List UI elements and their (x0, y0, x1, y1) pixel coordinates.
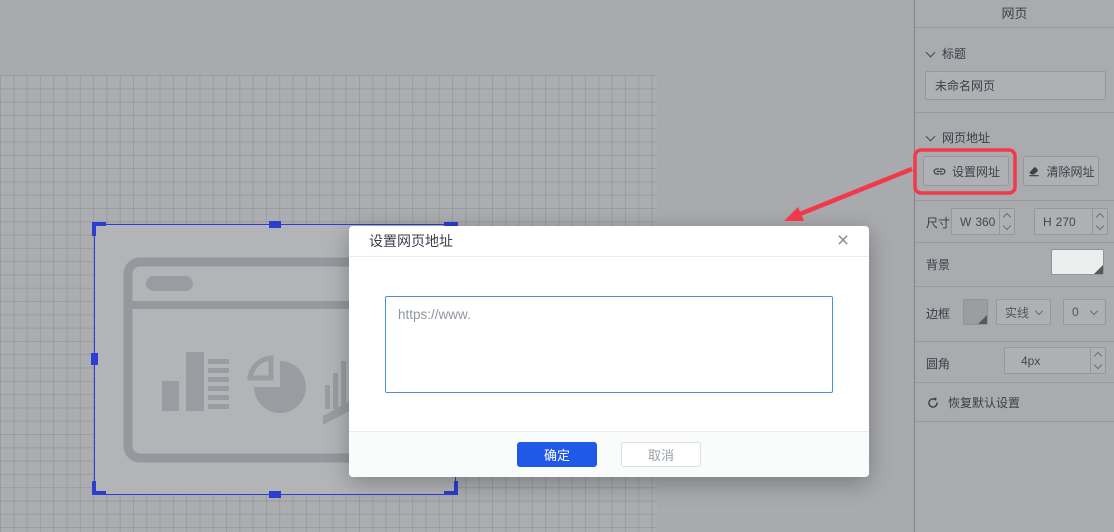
section-title-header[interactable]: 标题 (925, 45, 967, 62)
dialog-header: 设置网页地址 × (349, 226, 869, 257)
annotation-arrow-line (799, 166, 913, 217)
page-name-value: 未命名网页 (935, 79, 996, 93)
chevron-down-icon (1089, 306, 1099, 316)
eraser-icon (1029, 167, 1040, 177)
close-icon[interactable]: × (831, 228, 855, 254)
url-textarea[interactable]: https://www. (385, 296, 833, 393)
swatch-corner-icon (978, 315, 987, 324)
selection-corner-handle[interactable] (444, 481, 458, 495)
section-divider (915, 200, 1114, 201)
background-color-swatch[interactable] (1051, 249, 1104, 275)
selection-corner-handle[interactable] (92, 481, 106, 495)
dialog-title: 设置网页地址 (369, 233, 453, 249)
size-label: 尺寸 (926, 216, 951, 230)
section-divider (915, 382, 1114, 383)
cancel-button[interactable]: 取消 (621, 442, 701, 467)
stepper-down-icon[interactable] (1093, 360, 1103, 370)
stepper-up-icon[interactable] (1093, 351, 1103, 361)
radius-stepper[interactable] (1090, 348, 1105, 373)
chevron-down-icon (925, 47, 936, 57)
page-name-input[interactable]: 未命名网页 (925, 71, 1106, 100)
swatch-corner-icon (1094, 265, 1103, 274)
annotation-arrow-head (784, 207, 804, 221)
section-divider (915, 421, 1114, 422)
border-style-select[interactable]: 实线 (996, 299, 1051, 325)
confirm-button[interactable]: 确定 (517, 442, 597, 467)
width-field[interactable]: W 360 (951, 208, 1015, 235)
width-value: 360 (975, 214, 996, 229)
section-divider (915, 112, 1114, 113)
stepper-down-icon[interactable] (1095, 221, 1105, 231)
height-stepper[interactable] (1092, 209, 1107, 234)
height-value: 270 (1055, 214, 1076, 229)
height-prefix: H (1043, 214, 1052, 229)
properties-panel: 网页 标题 未命名网页 网页地址 设置网址 清除网址 尺寸 W 360 H 27… (914, 0, 1114, 532)
radius-field[interactable]: 4px (1004, 347, 1106, 374)
selection-mid-handle-left[interactable] (91, 353, 98, 365)
app-stage: 网页 标题 未命名网页 网页地址 设置网址 清除网址 尺寸 W 360 H 27… (0, 0, 1114, 532)
selection-corner-handle[interactable] (92, 222, 106, 236)
reset-defaults-button[interactable]: 恢复默认设置 (926, 394, 1020, 411)
radius-value: 4px (1021, 353, 1041, 368)
section-divider (915, 341, 1114, 342)
border-width-value: 0 (1072, 305, 1079, 319)
border-color-swatch[interactable] (963, 299, 988, 325)
background-label: 背景 (926, 258, 951, 272)
link-icon (933, 167, 946, 175)
height-field[interactable]: H 270 (1034, 208, 1108, 235)
section-url-header[interactable]: 网页地址 (925, 129, 991, 146)
set-url-label: 设置网址 (951, 164, 1000, 179)
clear-url-label: 清除网址 (1046, 164, 1095, 179)
border-label: 边框 (926, 307, 951, 321)
reset-icon (928, 396, 938, 408)
chevron-down-icon (1034, 306, 1044, 316)
selection-mid-handle-bottom[interactable] (269, 491, 281, 498)
reset-defaults-label: 恢复默认设置 (948, 396, 1021, 410)
section-divider (915, 286, 1114, 287)
selection-mid-handle-top[interactable] (269, 221, 281, 228)
stepper-up-icon[interactable] (1095, 212, 1105, 222)
chevron-down-icon (925, 131, 936, 141)
set-url-button[interactable]: 设置网址 (923, 156, 1009, 186)
dialog-footer: 确定 取消 (349, 431, 869, 477)
radius-label: 圆角 (926, 357, 951, 371)
clear-url-button[interactable]: 清除网址 (1023, 156, 1099, 186)
width-prefix: W (960, 214, 972, 229)
border-style-value: 实线 (1005, 305, 1030, 320)
section-divider (915, 242, 1114, 243)
url-textarea-value: https://www. (398, 307, 471, 322)
panel-title: 网页 (915, 0, 1114, 28)
section-url-label: 网页地址 (942, 131, 991, 145)
stepper-down-icon[interactable] (1002, 221, 1012, 231)
width-stepper[interactable] (999, 209, 1014, 234)
section-title-label: 标题 (942, 47, 967, 61)
stepper-up-icon[interactable] (1002, 212, 1012, 222)
set-url-dialog: 设置网页地址 × https://www. 确定 取消 (349, 226, 869, 477)
border-width-select[interactable]: 0 (1063, 299, 1106, 325)
